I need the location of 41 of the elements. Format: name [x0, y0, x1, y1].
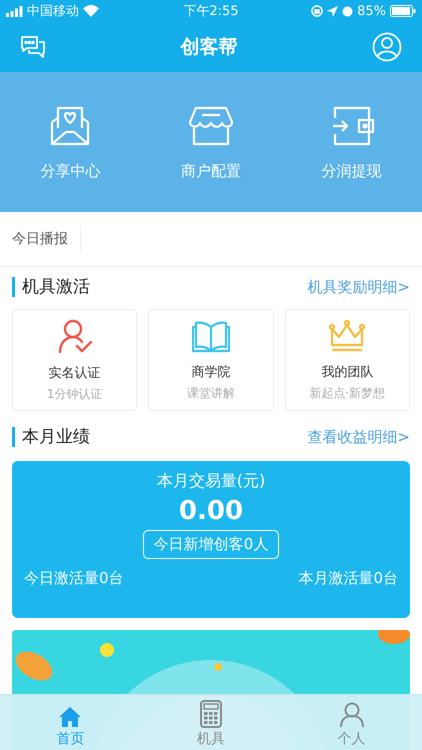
quick-menu-item[interactable]: 商户配置 [150, 102, 271, 182]
location-icon [327, 6, 338, 16]
volume-label: 本月交易量(元) [156, 471, 266, 492]
month-activations: 本月激活量0台 [298, 569, 398, 588]
profile-icon[interactable] [372, 32, 402, 62]
carrier-name: 中国移动 [27, 3, 79, 20]
battery-percent: 85% [357, 4, 386, 18]
card-title: 商学院 [191, 364, 230, 380]
card-subtitle: 新起点·新梦想 [309, 384, 386, 402]
section-title: 机具激活 [12, 277, 90, 297]
today-activations: 今日激活量0台 [24, 569, 124, 588]
feature-card[interactable]: 商学院 课堂讲解 [148, 309, 274, 411]
person-check-icon [56, 318, 93, 354]
volume-value: 0.00 [178, 496, 244, 526]
crown-icon [328, 318, 366, 352]
feature-card[interactable]: 我的团队 新起点·新梦想 [284, 309, 410, 411]
home-icon [58, 706, 82, 728]
person-icon [340, 702, 364, 728]
status-time: 下午2:55 [183, 3, 239, 20]
tab-bar-item[interactable]: 首页 [0, 695, 141, 750]
signal-icon [6, 6, 23, 16]
new-makers-badge: 今日新增创客0人 [142, 530, 280, 559]
detail-link[interactable]: 机具奖励明细> [307, 278, 410, 296]
battery-icon [390, 5, 416, 17]
calculator-icon [200, 700, 222, 728]
wifi-icon [83, 5, 99, 17]
book-icon [192, 318, 230, 352]
detail-link[interactable]: 查看收益明细> [307, 428, 410, 446]
chat-icon[interactable] [20, 35, 46, 59]
card-subtitle: 1分钟认证 [46, 386, 102, 402]
quick-menu-item[interactable]: 分润提现 [292, 102, 412, 182]
app-title: 创客帮 [180, 35, 238, 60]
quick-menu-item[interactable]: 分享中心 [10, 102, 130, 182]
feature-card[interactable]: 实名认证 1分钟认证 [12, 309, 138, 411]
tab-bar-item[interactable]: 个人 [281, 695, 422, 750]
card-title: 实名认证 [48, 364, 101, 382]
section-title: 本月业绩 [12, 427, 90, 447]
ticker-label: 今日播报 [12, 226, 81, 252]
rotation-lock-icon [311, 5, 324, 17]
card-subtitle: 课堂讲解 [186, 384, 235, 402]
card-title: 我的团队 [321, 364, 374, 380]
